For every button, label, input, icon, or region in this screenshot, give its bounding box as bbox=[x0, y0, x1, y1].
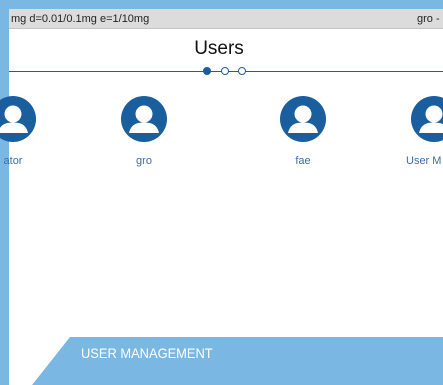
page-indicator bbox=[203, 67, 247, 77]
banner-shape bbox=[0, 337, 443, 385]
app-window: mg d=0.01/0.1mg e=1/10mg gro - Users ato… bbox=[0, 0, 443, 385]
user-avatar-icon bbox=[121, 96, 167, 142]
page-title: Users bbox=[194, 38, 244, 59]
user-name-label: User M bbox=[406, 155, 442, 167]
status-bar: mg d=0.01/0.1mg e=1/10mg gro - bbox=[9, 9, 443, 29]
user-avatar-icon bbox=[0, 96, 36, 142]
balance-info-text: mg d=0.01/0.1mg e=1/10mg bbox=[11, 13, 150, 25]
pager-dot-2[interactable] bbox=[221, 67, 229, 75]
section-banner bbox=[0, 337, 443, 385]
user-name-label: fae bbox=[295, 155, 311, 167]
pager-dot-1[interactable] bbox=[203, 67, 211, 75]
user-avatar-icon bbox=[411, 96, 443, 142]
user-tile[interactable]: ator bbox=[0, 96, 58, 176]
section-title: USER MANAGEMENT bbox=[81, 345, 213, 361]
user-tile[interactable]: fae bbox=[258, 96, 348, 176]
user-tile[interactable]: gro bbox=[99, 96, 189, 176]
top-edge-strip bbox=[0, 0, 443, 9]
pager-dot-3[interactable] bbox=[238, 67, 246, 75]
current-user-text: gro - bbox=[417, 13, 440, 25]
user-tile[interactable]: User M bbox=[389, 96, 443, 176]
user-avatar-icon bbox=[280, 96, 326, 142]
user-name-label: ator bbox=[3, 155, 23, 167]
left-edge-strip bbox=[0, 0, 9, 385]
user-name-label: gro bbox=[136, 155, 152, 167]
